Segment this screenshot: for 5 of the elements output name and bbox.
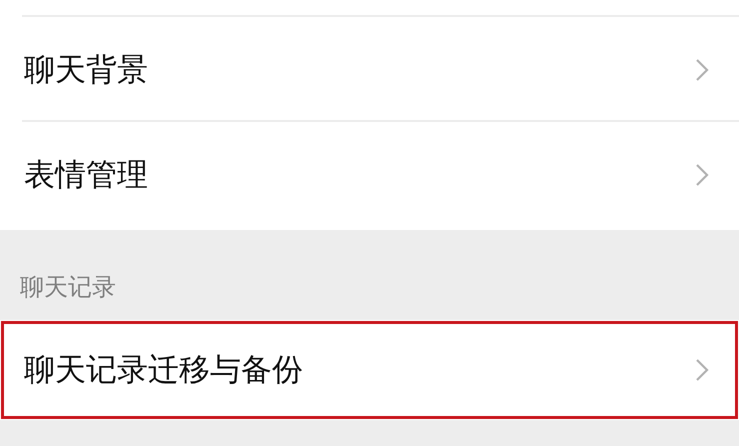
chevron-right-icon (695, 58, 709, 82)
section-header: 聊天记录 (20, 272, 116, 303)
chevron-right-icon (695, 358, 709, 382)
chevron-right-icon (695, 163, 709, 187)
settings-row[interactable]: 聊天记录迁移与备份 (0, 320, 739, 420)
